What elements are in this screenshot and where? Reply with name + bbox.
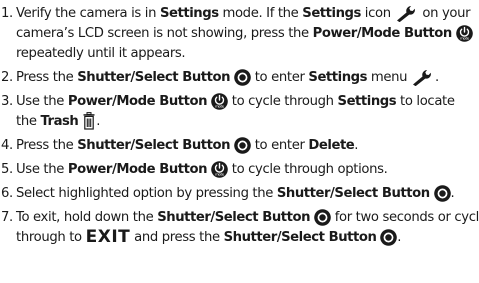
- step-3: 3. Use the Power/Mode Button mode to cyc…: [1, 92, 479, 132]
- step-text: camera’s LCD screen is not showing, pres…: [16, 26, 313, 41]
- step-text: to cycle through options.: [227, 162, 388, 177]
- shutter-select-term: Shutter/Select Button: [77, 138, 231, 153]
- power-mode-term: Power/Mode Button: [67, 162, 208, 177]
- step-text: to enter: [250, 138, 309, 153]
- step-number: 1.: [1, 6, 13, 21]
- delete-term: Delete: [308, 138, 355, 153]
- step-line: Verify the camera is in Settings mode. I…: [16, 4, 479, 24]
- trash-term: Trash: [40, 114, 79, 129]
- step-text: for two seconds or cycle: [330, 210, 479, 225]
- shutter-select-term: Shutter/Select Button: [77, 70, 231, 85]
- step-text: to locate: [396, 94, 455, 109]
- step-number: 6.: [1, 186, 13, 201]
- settings-term: Settings: [337, 94, 397, 109]
- mode-caption: mode: [215, 104, 225, 108]
- power-mode-term: Power/Mode Button: [67, 94, 208, 109]
- step-text: on your: [418, 6, 471, 21]
- exit-label: EXIT: [85, 227, 131, 247]
- step-text: icon: [360, 6, 395, 21]
- step-text: and press the: [130, 230, 224, 245]
- step-text: to cycle through: [227, 94, 338, 109]
- step-number: 4.: [1, 138, 13, 153]
- step-number: 7.: [1, 210, 13, 225]
- settings-term: Settings: [308, 70, 368, 85]
- wrench-icon: [395, 5, 419, 22]
- step-text: Verify the camera is in: [16, 6, 160, 21]
- step-text: Use the: [16, 94, 68, 109]
- step-text: Press the: [16, 70, 78, 85]
- settings-term: Settings: [159, 6, 219, 21]
- step-line: Press the Shutter/Select Button to enter…: [16, 68, 479, 88]
- step-line: camera’s LCD screen is not showing, pres…: [16, 24, 479, 44]
- step-text: Use the: [16, 162, 68, 177]
- shutter-select-button-icon: [314, 208, 331, 226]
- step-1: 1. Verify the camera is in Settings mode…: [1, 4, 479, 64]
- step-text: Press the: [16, 138, 78, 153]
- mode-caption: mode: [460, 36, 470, 40]
- step-number: 3.: [1, 94, 13, 109]
- power-mode-button-icon: mode: [211, 160, 228, 178]
- step-text: to enter: [250, 70, 309, 85]
- step-line: Use the Power/Mode Button mode to cycle …: [16, 92, 479, 112]
- step-text: .: [450, 186, 455, 201]
- step-text: .: [96, 114, 101, 129]
- power-mode-button-icon: mode: [211, 92, 228, 110]
- step-4: 4. Press the Shutter/Select Button to en…: [1, 136, 479, 156]
- instructions-page: 1. Verify the camera is in Settings mode…: [0, 0, 479, 283]
- step-2: 2. Press the Shutter/Select Button to en…: [1, 68, 479, 88]
- step-line: Use the Power/Mode Button mode to cycle …: [16, 160, 479, 180]
- mode-caption: mode: [215, 172, 225, 176]
- step-text: through to: [16, 230, 86, 245]
- step-number: 5.: [1, 162, 13, 177]
- step-6: 6. Select highlighted option by pressing…: [1, 184, 479, 204]
- shutter-select-button-icon: [234, 68, 251, 86]
- step-text: mode. If the: [218, 6, 303, 21]
- step-text: menu: [367, 70, 412, 85]
- step-text: .: [397, 230, 402, 245]
- step-text: repeatedly until it appears.: [16, 46, 186, 61]
- step-line: repeatedly until it appears.: [16, 44, 479, 64]
- power-mode-term: Power/Mode Button: [312, 26, 453, 41]
- step-text: To exit, hold down the: [16, 210, 158, 225]
- step-7: 7. To exit, hold down the Shutter/Select…: [1, 208, 479, 248]
- shutter-select-button-icon: [433, 184, 451, 202]
- wrench-icon: [411, 69, 435, 86]
- step-line: the Trash .: [16, 112, 479, 132]
- step-text: .: [435, 70, 439, 85]
- settings-term: Settings: [302, 6, 361, 21]
- step-line: To exit, hold down the Shutter/Select Bu…: [16, 208, 479, 228]
- shutter-select-button-icon: [380, 228, 398, 246]
- shutter-select-term: Shutter/Select Button: [276, 186, 430, 201]
- shutter-select-button-icon: [234, 136, 251, 154]
- step-line: through to EXIT and press the Shutter/Se…: [16, 228, 479, 248]
- step-text: the: [16, 114, 41, 129]
- step-text: Select highlighted option by pressing th…: [16, 186, 277, 201]
- step-5: 5. Use the Power/Mode Button mode to cyc…: [1, 160, 479, 180]
- shutter-select-term: Shutter/Select Button: [223, 230, 377, 245]
- step-line: Press the Shutter/Select Button to enter…: [16, 136, 479, 156]
- power-mode-button-icon: mode: [455, 24, 473, 42]
- step-line: Select highlighted option by pressing th…: [16, 184, 479, 204]
- step-text: .: [354, 138, 359, 153]
- step-number: 2.: [1, 70, 13, 85]
- trash-icon: [82, 112, 96, 130]
- shutter-select-term: Shutter/Select Button: [157, 210, 311, 225]
